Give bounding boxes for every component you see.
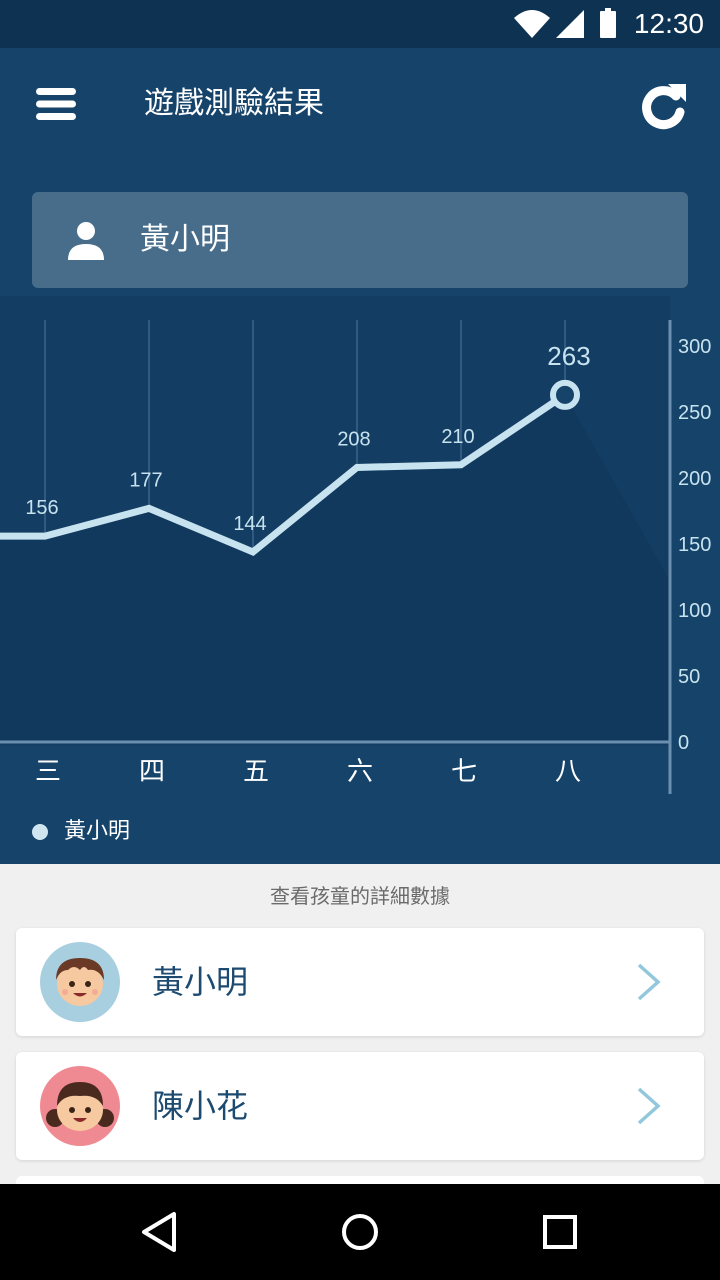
system-nav-bar xyxy=(0,1184,720,1280)
chevron-right-icon xyxy=(637,1087,661,1125)
selected-child-box[interactable]: 黃小明 xyxy=(32,192,688,288)
chart-data-label: 210 xyxy=(441,426,474,448)
legend-label: 黃小明 xyxy=(64,819,131,844)
chevron-right-icon xyxy=(637,963,661,1001)
legend-marker xyxy=(32,824,48,840)
chart-y-tick-label: 100 xyxy=(678,600,711,622)
chart-x-tick-label: 八 xyxy=(555,757,581,787)
chart-data-label: 144 xyxy=(233,513,266,535)
detail-hint: 查看孩童的詳細數據 xyxy=(270,884,450,908)
child-card-2[interactable]: 陳小花 xyxy=(16,1052,704,1160)
recents-icon[interactable] xyxy=(536,1184,584,1280)
chart-x-tick-label: 四 xyxy=(139,757,165,787)
hamburger-menu-icon xyxy=(36,88,76,120)
selected-child-name: 黃小明 xyxy=(140,222,230,257)
chart-y-tick-label: 150 xyxy=(678,534,711,556)
chart-data-label: 177 xyxy=(129,469,162,491)
child-card-1[interactable]: 黃小明 xyxy=(16,928,704,1036)
menu-button[interactable] xyxy=(26,78,86,130)
child-name: 陳小花 xyxy=(152,1087,249,1125)
refresh-button[interactable] xyxy=(634,78,694,134)
chart-x-tick-label: 五 xyxy=(243,757,269,787)
refresh-icon xyxy=(642,84,686,130)
battery-icon xyxy=(600,8,616,38)
status-time: 12:30 xyxy=(633,8,704,39)
chart-data-label: 263 xyxy=(547,341,590,371)
signal-icon xyxy=(556,10,584,38)
status-bar: 12:30 xyxy=(0,0,720,48)
home-icon[interactable] xyxy=(336,1184,384,1280)
person-icon xyxy=(68,222,104,260)
app-bar: 遊戲測驗結果 xyxy=(0,48,720,160)
chart-y-tick-label: 50 xyxy=(678,666,700,688)
chart-highlight-point xyxy=(550,379,580,410)
chart-y-tick-label: 300 xyxy=(678,336,711,358)
chart-y-tick-label: 250 xyxy=(678,402,711,424)
chart-data-label: 208 xyxy=(337,428,370,450)
results-panel: 遊戲測驗結果 黃小明 156 177 144 208 210 263 三 四 五 六 七 八 300 25… xyxy=(0,48,720,864)
chart-x-tick-label: 三 xyxy=(35,757,61,787)
back-icon[interactable] xyxy=(136,1184,184,1280)
chart-y-tick-label: 200 xyxy=(678,468,711,490)
page-title: 遊戲測驗結果 xyxy=(144,86,324,121)
score-line-chart: 156 177 144 208 210 263 三 四 五 六 七 八 300 250 200 150 100 5… xyxy=(0,296,711,794)
child-name: 黃小明 xyxy=(152,963,249,1001)
girl-avatar-icon xyxy=(40,1066,120,1146)
chart-data-label: 156 xyxy=(25,497,58,519)
chart-x-tick-label: 六 xyxy=(347,757,373,787)
chart-y-tick-label: 0 xyxy=(678,732,689,754)
wifi-icon xyxy=(514,10,550,38)
chart-x-tick-label: 七 xyxy=(451,757,477,787)
boy-avatar-icon xyxy=(40,942,120,1022)
